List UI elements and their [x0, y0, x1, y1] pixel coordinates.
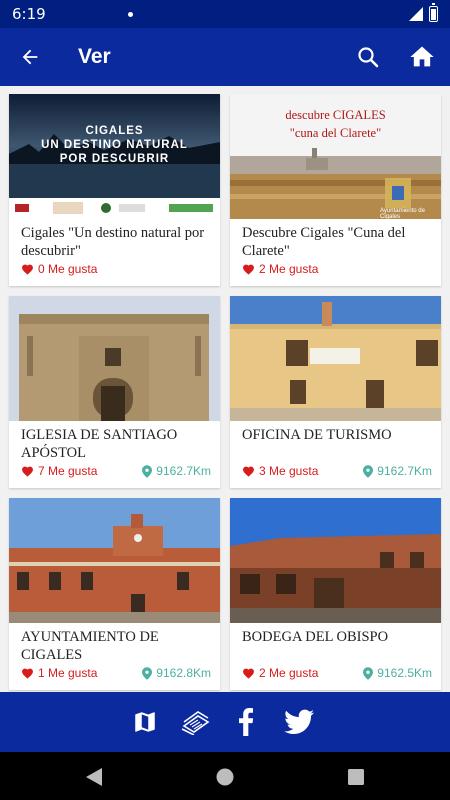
place-name: BODEGA DEL OBISPO: [242, 629, 389, 645]
distance: 9162.8Km: [142, 666, 211, 680]
nav-back-button[interactable]: [83, 766, 105, 788]
square-recents-icon: [348, 769, 364, 785]
image-caption: Ayuntamiento de Cigales: [380, 208, 425, 219]
search-button[interactable]: [353, 42, 383, 72]
likes-count[interactable]: 1 Me gusta: [21, 666, 97, 680]
likes-count[interactable]: 3 Me gusta: [242, 464, 318, 478]
place-card[interactable]: OFICINA DE TURISMO 3 Me gusta 9162.7Km: [230, 296, 441, 488]
tourism-office-photo-image: [230, 296, 441, 421]
distance: 9162.7Km: [363, 464, 432, 478]
distance-label: 9162.5Km: [377, 666, 432, 680]
system-navigation-bar: [0, 752, 450, 800]
heart-icon: [243, 668, 254, 679]
location-pin-icon: [363, 464, 374, 478]
town-hall-photo-image: [9, 498, 220, 623]
place-card[interactable]: descubre CIGALES "cuna del Clarete" Ayun…: [230, 94, 441, 286]
app-bar: Ver: [0, 28, 450, 86]
location-pin-icon: [142, 666, 153, 680]
notification-dot-icon: [127, 11, 133, 17]
winery-photo-image: [230, 498, 441, 623]
church-photo-image: [9, 296, 220, 421]
place-name: Cigales "Un destino natural por descubri…: [21, 225, 205, 259]
place-image: [9, 498, 220, 623]
likes-count[interactable]: 0 Me gusta: [21, 262, 97, 276]
place-name: IGLESIA DE SANTIAGO APÓSTOL: [21, 427, 178, 461]
twitter-button[interactable]: [283, 706, 315, 738]
twitter-icon: [284, 709, 314, 734]
likes-label: 1 Me gusta: [38, 666, 98, 680]
likes-count[interactable]: 7 Me gusta: [21, 464, 97, 478]
facebook-button[interactable]: [230, 706, 262, 738]
back-button[interactable]: [0, 28, 60, 86]
status-bar: 6:19: [0, 0, 450, 28]
place-image: [230, 296, 441, 421]
likes-count[interactable]: 2 Me gusta: [242, 666, 318, 680]
signal-icon: [409, 7, 423, 21]
heart-icon: [22, 466, 33, 477]
place-card[interactable]: BODEGA DEL OBISPO 2 Me gusta 9162.5Km: [230, 498, 441, 690]
location-pin-icon: [363, 666, 374, 680]
image-title: descubre CIGALES: [285, 108, 386, 122]
nav-home-button[interactable]: [214, 766, 236, 788]
place-image: descubre CIGALES "cuna del Clarete" Ayun…: [230, 94, 441, 219]
arrow-back-icon: [22, 49, 38, 65]
place-card[interactable]: AYUNTAMIENTO DE CIGALES 1 Me gusta 9162.…: [9, 498, 220, 690]
nav-recents-button[interactable]: [345, 766, 367, 788]
heart-icon: [22, 264, 33, 275]
places-grid[interactable]: CIGALES UN DESTINO NATURAL POR DESCUBRIR…: [0, 86, 450, 692]
likes-label: 0 Me gusta: [38, 262, 98, 276]
home-button[interactable]: [406, 41, 438, 73]
likes-label: 7 Me gusta: [38, 464, 98, 478]
distance: 9162.7Km: [142, 464, 211, 478]
search-icon: [358, 47, 379, 68]
likes-label: 2 Me gusta: [259, 666, 319, 680]
map-icon: [135, 712, 155, 732]
battery-icon: [429, 3, 438, 22]
image-overlay-title: CIGALES UN DESTINO NATURAL POR DESCUBRIR: [41, 125, 188, 165]
heart-icon: [243, 264, 254, 275]
likes-label: 2 Me gusta: [259, 262, 319, 276]
page-title: Ver: [78, 45, 111, 68]
map-button[interactable]: [129, 706, 161, 738]
distance-label: 9162.8Km: [156, 666, 211, 680]
place-image: [230, 498, 441, 623]
stack-of-papers-icon: [181, 711, 210, 735]
bottom-action-bar: [0, 692, 450, 752]
place-name: OFICINA DE TURISMO: [242, 427, 392, 443]
location-pin-icon: [142, 464, 153, 478]
triangle-back-icon: [86, 768, 102, 786]
distance-label: 9162.7Km: [377, 464, 432, 478]
likes-count[interactable]: 2 Me gusta: [242, 262, 318, 276]
place-name: AYUNTAMIENTO DE CIGALES: [21, 629, 159, 663]
likes-label: 3 Me gusta: [259, 464, 319, 478]
image-subtitle: "cuna del Clarete": [289, 126, 382, 140]
place-image: [9, 296, 220, 421]
place-name: Descubre Cigales "Cuna del Clarete": [242, 225, 406, 259]
facebook-icon: [239, 708, 254, 736]
place-image: CIGALES UN DESTINO NATURAL POR DESCUBRIR: [9, 94, 220, 219]
brochures-button[interactable]: [179, 706, 211, 738]
heart-icon: [22, 668, 33, 679]
place-card[interactable]: CIGALES UN DESTINO NATURAL POR DESCUBRIR…: [9, 94, 220, 286]
distance: 9162.5Km: [363, 666, 432, 680]
circle-home-icon: [216, 768, 234, 786]
place-card[interactable]: IGLESIA DE SANTIAGO APÓSTOL 7 Me gusta 9…: [9, 296, 220, 488]
status-time: 6:19: [12, 5, 46, 23]
heart-icon: [243, 466, 254, 477]
home-icon: [410, 46, 434, 67]
distance-label: 9162.7Km: [156, 464, 211, 478]
